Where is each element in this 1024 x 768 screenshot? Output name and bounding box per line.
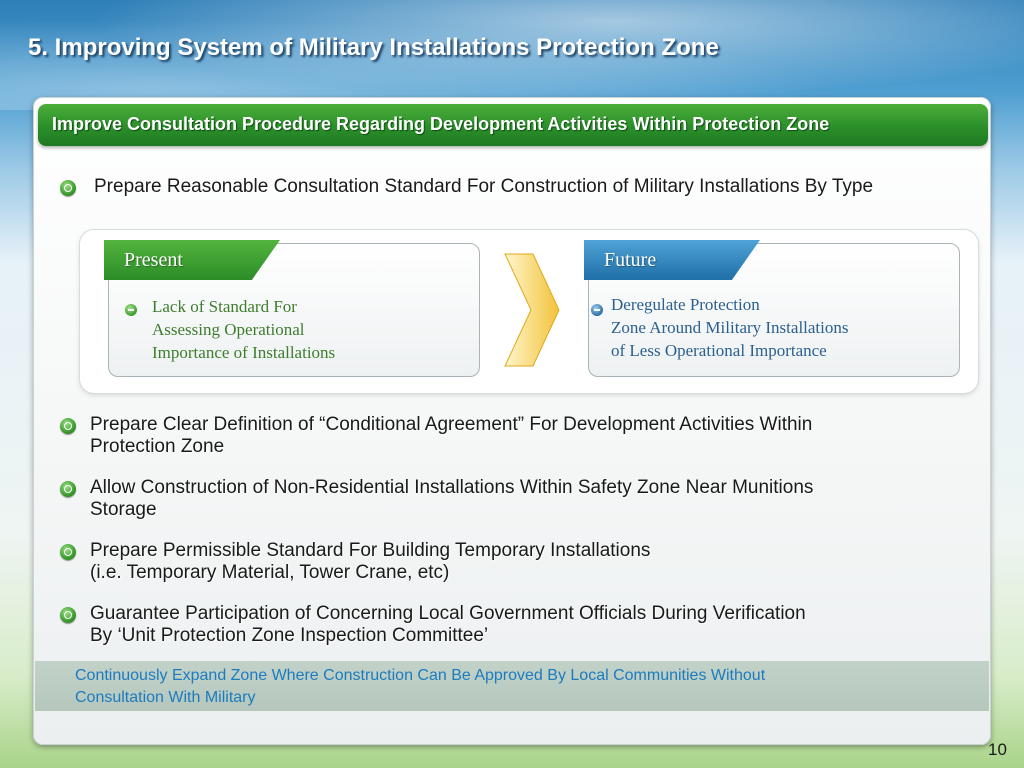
summary-line: Consultation With Military [75,689,256,706]
first-bullet: Prepare Reasonable Consultation Standard… [60,176,1024,198]
future-tab-label: Future [604,248,657,271]
bullet-text: Protection Zone [90,436,225,457]
slide-title: 5. Improving System of Military Installa… [28,34,719,61]
bullet-item: Prepare Permissible Standard For Buildin… [60,540,650,584]
future-text: Deregulate Protection Zone Around Milita… [611,295,849,360]
present-tab-label: Present [124,248,183,271]
present-tab: Present [104,240,280,280]
panel-header-title: Improve Consultation Procedure Regarding… [52,114,830,134]
minus-icon [125,304,137,316]
page-number: 10 [988,740,1007,759]
bullet-icon [60,481,76,497]
bullet-item: Allow Construction of Non-Residential In… [60,477,813,521]
bullet-item: Prepare Clear Definition of “Conditional… [60,414,812,458]
bullet-icon [60,544,76,560]
bullet-text: Guarantee Participation of Concerning Lo… [90,603,806,624]
bullet-text: By ‘Unit Protection Zone Inspection Comm… [90,625,489,646]
bullet-text: Prepare Permissible Standard For Buildin… [90,540,651,561]
first-bullet-text: Prepare Reasonable Consultation Standard… [94,176,874,197]
future-tab: Future [584,240,760,280]
minus-icon [591,304,603,316]
chevron-right-icon [504,253,560,367]
summary-line: Continuously Expand Zone Where Construct… [75,667,766,684]
bullet-icon [60,607,76,623]
bullet-text: Allow Construction of Non-Residential In… [90,477,814,498]
present-text: Lack of Standard For Assessing Operation… [152,297,336,362]
bullet-icon [60,418,76,434]
summary-text: Continuously Expand Zone Where Construct… [75,665,975,709]
bullet-text: Storage [90,499,157,520]
bullet-item: Guarantee Participation of Concerning Lo… [60,603,806,647]
bullet-icon [60,180,76,196]
bullet-text: (i.e. Temporary Material, Tower Crane, e… [90,562,450,583]
bullet-text: Prepare Clear Definition of “Conditional… [90,414,813,435]
